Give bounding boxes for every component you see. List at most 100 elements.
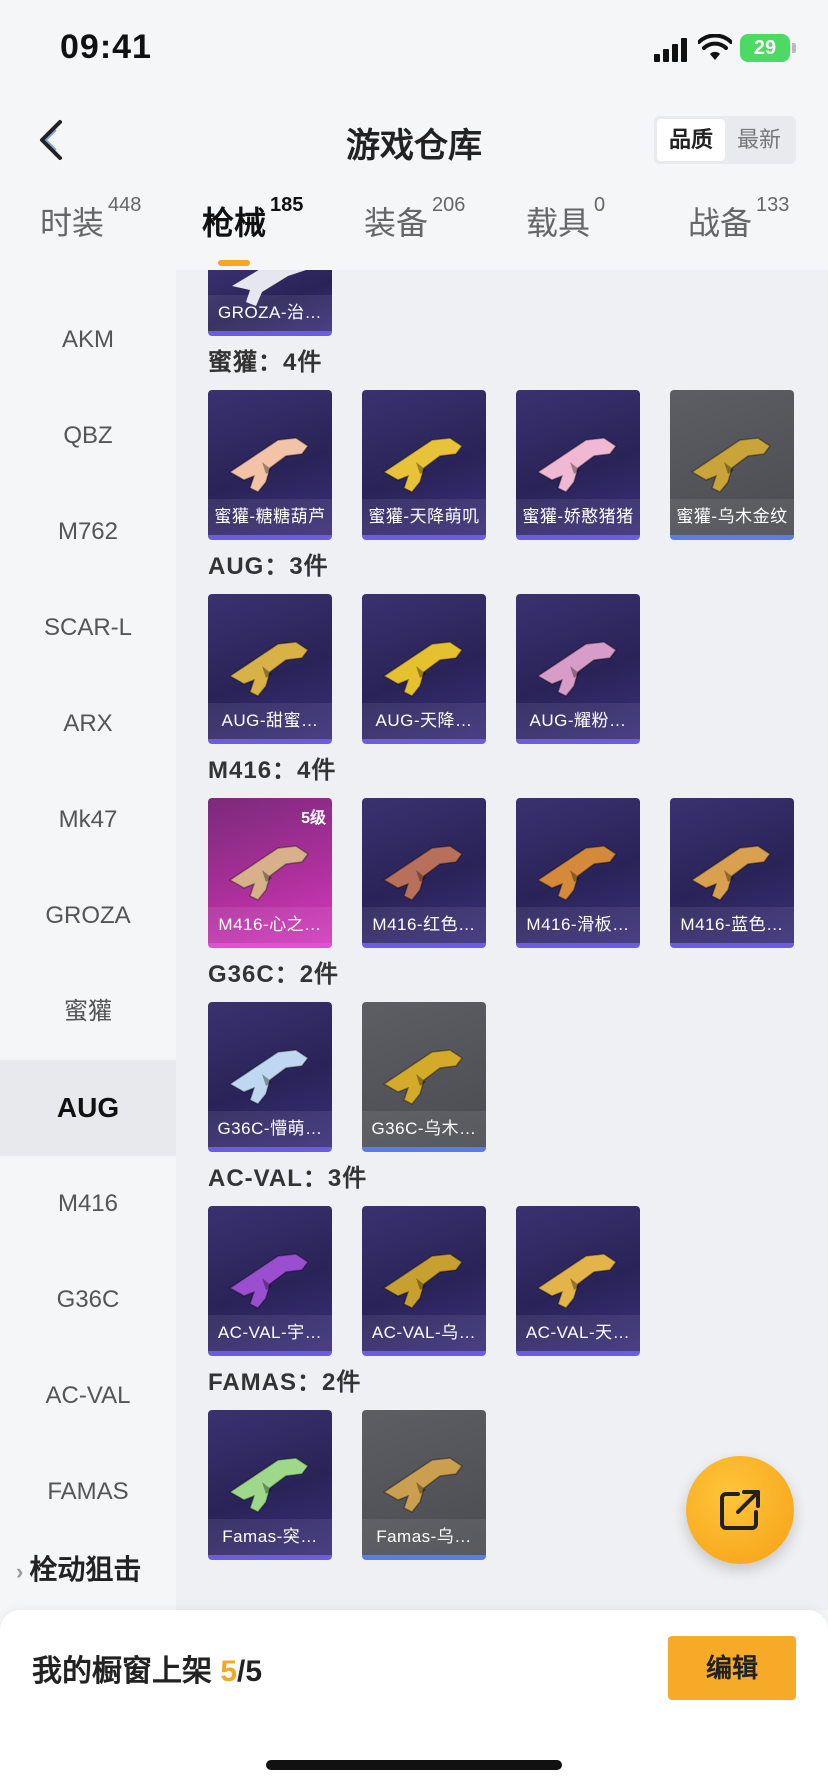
skin-name: AC-VAL-宇…	[208, 1315, 332, 1351]
skin-card[interactable]: G36C-乌木…	[362, 1002, 486, 1152]
skin-name: 蜜獾-天降萌叽	[362, 499, 486, 535]
home-indicator	[266, 1760, 562, 1770]
tab-count: 185	[270, 194, 304, 216]
skin-card[interactable]: AUG-甜蜜…	[208, 594, 332, 744]
tab-label: 战备	[688, 205, 753, 241]
skin-card[interactable]: Famas-突…	[208, 1410, 332, 1560]
sidebar-group-bolt-sniper[interactable]: › 栓动狙击	[0, 1540, 176, 1600]
skin-name: M416-滑板…	[516, 907, 640, 943]
edit-button[interactable]: 编辑	[668, 1636, 796, 1700]
skin-name: Famas-乌…	[362, 1519, 486, 1555]
status-bar: 09:41 29	[0, 0, 828, 100]
tab-count: 0	[594, 194, 606, 216]
sidebar-item-mk47[interactable]: Mk47	[0, 772, 176, 868]
gun-skin-image	[382, 1049, 464, 1105]
tab-label: 枪械	[202, 205, 267, 241]
gun-skin-image	[536, 437, 618, 493]
battery-icon: 29	[740, 34, 796, 62]
tab-count: 133	[756, 194, 790, 216]
skin-name: 蜜獾-糖糖葫芦	[208, 499, 332, 535]
tab-equipment[interactable]: 装备 206	[364, 194, 465, 244]
skin-card[interactable]: AUG-耀粉…	[516, 594, 640, 744]
weapon-sidebar: AKM QBZ M762 SCAR-L ARX Mk47 GROZA 蜜獾 AU…	[0, 270, 176, 1610]
skin-card[interactable]: Famas-乌…	[362, 1410, 486, 1560]
bottom-bar: 我的橱窗上架 5/5 编辑	[0, 1610, 828, 1792]
sidebar-item-m762[interactable]: M762	[0, 484, 176, 580]
skin-card[interactable]: M416-蓝色…	[670, 798, 794, 948]
tab-label: 载具	[526, 205, 591, 241]
wifi-icon	[698, 34, 732, 60]
skin-name: M416-蓝色…	[670, 907, 794, 943]
tab-label: 时装	[40, 205, 105, 241]
showcase-label: 我的橱窗上架	[32, 1655, 212, 1688]
skin-card[interactable]: AC-VAL-天…	[516, 1206, 640, 1356]
skin-row: AC-VAL-宇… AC-VAL-乌… AC-VAL-天…	[176, 1206, 828, 1356]
sidebar-item-honey-badger[interactable]: 蜜獾	[0, 964, 176, 1060]
skin-name: GROZA-治…	[208, 295, 332, 331]
skin-name: M416-心之…	[208, 907, 332, 943]
sidebar-item-g36c[interactable]: G36C	[0, 1252, 176, 1348]
skin-card[interactable]: AC-VAL-乌…	[362, 1206, 486, 1356]
sidebar-item-qbz[interactable]: QBZ	[0, 388, 176, 484]
skin-card[interactable]: 蜜獾-天降萌叽	[362, 390, 486, 540]
skin-card[interactable]: GROZA-治…	[208, 270, 332, 336]
showcase-count: 我的橱窗上架 5/5	[32, 1646, 262, 1690]
gun-skin-image	[228, 1457, 310, 1513]
sidebar-item-m416[interactable]: M416	[0, 1156, 176, 1252]
tab-vehicles[interactable]: 载具 0	[526, 194, 605, 244]
gun-skin-image	[536, 845, 618, 901]
showcase-total: /5	[237, 1655, 263, 1688]
section-title: FAMAS：2件	[208, 1369, 362, 1396]
skin-name: AUG-耀粉…	[516, 703, 640, 739]
sidebar-item-ac-val[interactable]: AC-VAL	[0, 1348, 176, 1444]
section-title: G36C：2件	[208, 961, 340, 988]
gun-skin-image	[382, 845, 464, 901]
category-tabs: 时装 448 枪械 185 装备 206 载具 0 战备 133	[0, 194, 828, 268]
skin-row: AUG-甜蜜… AUG-天降… AUG-耀粉…	[176, 594, 828, 744]
sidebar-item-groza[interactable]: GROZA	[0, 868, 176, 964]
sidebar-item-akm[interactable]: AKM	[0, 292, 176, 388]
tab-fashion[interactable]: 时装 448	[40, 194, 141, 244]
signal-icon	[654, 38, 687, 62]
skin-card[interactable]: 5级 M416-心之…	[208, 798, 332, 948]
chevron-right-icon: ›	[16, 1559, 24, 1584]
share-external-icon	[720, 1490, 760, 1530]
sort-toggle: 品质 最新	[654, 116, 796, 164]
skin-card[interactable]: M416-滑板…	[516, 798, 640, 948]
tab-label: 装备	[364, 205, 429, 241]
gun-skin-image	[382, 641, 464, 697]
sidebar-item-famas[interactable]: FAMAS	[0, 1444, 176, 1540]
section-title: M416：4件	[208, 757, 337, 784]
skin-name: G36C-乌木…	[362, 1111, 486, 1147]
share-fab-button[interactable]	[686, 1456, 794, 1564]
gun-skin-image	[690, 437, 772, 493]
tab-supplies[interactable]: 战备 133	[688, 194, 789, 244]
skin-card[interactable]: AUG-天降…	[362, 594, 486, 744]
header: 游戏仓库 品质 最新	[0, 100, 828, 180]
skin-card[interactable]: 蜜獾-娇憨猪猪	[516, 390, 640, 540]
skin-card[interactable]: AC-VAL-宇…	[208, 1206, 332, 1356]
gun-skin-image	[382, 1457, 464, 1513]
skin-row: 蜜獾-糖糖葫芦 蜜獾-天降萌叽 蜜獾-娇憨猪猪 蜜獾-乌木金纹	[176, 390, 828, 540]
skin-row: 5级 M416-心之… M416-红色… M416-滑板… M416-蓝色…	[176, 798, 828, 948]
sidebar-item-scar-l[interactable]: SCAR-L	[0, 580, 176, 676]
tab-count: 206	[432, 194, 466, 216]
gun-skin-image	[382, 1253, 464, 1309]
sort-quality-option[interactable]: 品质	[657, 119, 725, 161]
sidebar-item-aug[interactable]: AUG	[0, 1060, 176, 1156]
skin-card[interactable]: 蜜獾-糖糖葫芦	[208, 390, 332, 540]
skin-name: M416-红色…	[362, 907, 486, 943]
skin-card[interactable]: 蜜獾-乌木金纹	[670, 390, 794, 540]
weapon-grid: GROZA-治… 蜜獾：4件蜜獾-糖糖葫芦 蜜獾-天降萌叽 蜜獾-娇憨猪猪 蜜獾-乌木…	[176, 270, 828, 1610]
skin-card[interactable]: G36C-懵萌…	[208, 1002, 332, 1152]
sort-newest-option[interactable]: 最新	[725, 119, 793, 161]
tab-guns[interactable]: 枪械 185	[202, 194, 303, 266]
skin-name: AUG-甜蜜…	[208, 703, 332, 739]
section-title: 蜜獾：4件	[208, 349, 323, 376]
gun-skin-image	[228, 641, 310, 697]
sidebar-item-arx[interactable]: ARX	[0, 676, 176, 772]
gun-skin-image	[228, 437, 310, 493]
skin-card[interactable]: M416-红色…	[362, 798, 486, 948]
skin-name: AUG-天降…	[362, 703, 486, 739]
gun-skin-image	[228, 1253, 310, 1309]
